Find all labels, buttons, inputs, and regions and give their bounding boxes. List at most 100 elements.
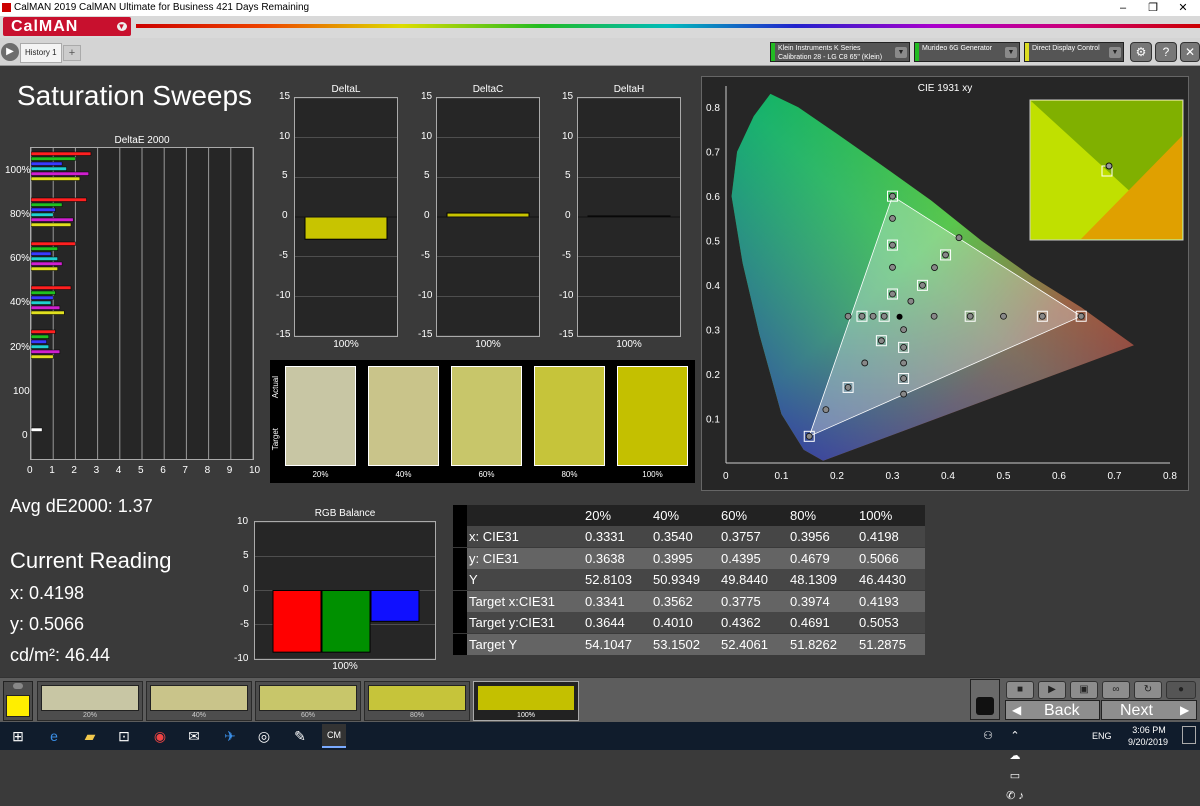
table-row: y: CIE31 0.3638 0.3995 0.4395 0.4679 0.5066 <box>453 547 925 569</box>
table-cell: 0.3757 <box>721 529 761 544</box>
settings-gear-icon[interactable]: ⚙ <box>1130 42 1152 62</box>
deltae-xlabel: 7 <box>182 465 188 476</box>
deltae-bar <box>30 290 56 295</box>
deltae-bar <box>30 222 72 227</box>
delta-tick: -5 <box>562 249 571 261</box>
language-indicator[interactable]: ENG <box>1092 731 1112 741</box>
table-header-cell: 80% <box>790 508 817 523</box>
deltae-xlabel: 6 <box>160 465 166 476</box>
bottom-swatch-100[interactable]: 100% <box>473 681 579 721</box>
loop-icon[interactable]: ∞ <box>1102 681 1130 699</box>
edge-icon[interactable]: e <box>44 726 64 746</box>
cie-ytick: 0.8 <box>706 103 720 114</box>
row-marker <box>453 612 467 633</box>
system-tray-icons[interactable]: ⌃ ☁ ▭ ✆ ♪ <box>1005 726 1025 802</box>
target-label: Target <box>271 428 280 451</box>
close-icon[interactable]: ✕ <box>1180 42 1200 62</box>
device-status-bar <box>915 43 919 61</box>
people-icon[interactable]: ⚇ <box>978 726 998 746</box>
cie-xtick: 0.7 <box>1108 471 1122 482</box>
file-explorer-icon[interactable]: ▰ <box>80 726 100 746</box>
chevron-down-icon[interactable]: ▼ <box>1109 47 1121 58</box>
cie-xtick: 0.2 <box>830 471 844 482</box>
taskbar-date[interactable]: 9/20/2019 <box>1118 737 1178 747</box>
row-marker <box>453 569 467 590</box>
table-cell: 52.4061 <box>721 636 768 652</box>
delta-tick: 5 <box>282 170 288 182</box>
swatch-100[interactable] <box>617 366 688 466</box>
deltal-title: DeltaL <box>331 84 361 95</box>
table-header-cell: 40% <box>653 508 680 523</box>
deltae-bar <box>30 151 92 156</box>
store-icon[interactable]: ⊡ <box>114 726 134 746</box>
close-window-button[interactable]: ✕ <box>1168 0 1198 16</box>
current-color-well[interactable] <box>3 681 33 721</box>
minimize-button[interactable]: – <box>1108 0 1138 16</box>
table-cell: 50.9349 <box>653 572 700 587</box>
measured-point <box>889 241 896 249</box>
back-button[interactable]: ◀ Back <box>1005 700 1100 720</box>
delta-tick: 5 <box>424 170 430 182</box>
windows-start-icon[interactable]: ⊞ <box>8 726 28 746</box>
stop-square-icon[interactable] <box>976 697 994 715</box>
window-title: CalMAN 2019 CalMAN Ultimate for Business… <box>14 2 310 13</box>
measured-point <box>877 337 885 345</box>
measured-point <box>1000 312 1007 320</box>
chrome-icon[interactable]: ◉ <box>150 726 170 746</box>
next-button[interactable]: Next ▶ <box>1101 700 1197 720</box>
mail-icon[interactable]: ✉ <box>184 726 204 746</box>
chevron-down-icon[interactable]: ▼ <box>1005 47 1017 58</box>
measured-point <box>900 390 908 398</box>
add-tab-button[interactable]: + <box>63 45 81 61</box>
device-status-bar <box>1025 43 1029 61</box>
white-point-marker <box>896 313 903 320</box>
measured-point <box>889 290 896 298</box>
play-arrow-icon[interactable]: ▶ <box>1 43 19 61</box>
app-icon-bird[interactable]: ✈ <box>220 726 240 746</box>
swatch-40[interactable] <box>368 366 439 466</box>
bottom-swatch-60[interactable]: 60% <box>255 681 361 721</box>
logo-text: CalMAN <box>11 18 79 35</box>
calman-logo-menu[interactable]: CalMAN ▼ <box>3 17 131 36</box>
maximize-button[interactable]: ❐ <box>1138 0 1168 16</box>
rgb-tick: 10 <box>237 516 249 527</box>
record-icon[interactable]: ● <box>1166 681 1196 699</box>
measured-point <box>1077 312 1085 320</box>
measured-point <box>822 406 830 414</box>
bottom-swatch-40[interactable]: 40% <box>146 681 252 721</box>
table-header-row: 20% 40% 60% 80% 100% <box>453 505 925 526</box>
measured-point <box>844 383 852 391</box>
deltae-title: DeltaE 2000 <box>114 135 170 146</box>
deltae-ylabel: 100% <box>5 165 31 176</box>
tab-history-1[interactable]: History 1 <box>20 43 62 63</box>
notifications-icon[interactable] <box>1182 726 1196 744</box>
stop-icon[interactable]: ■ <box>1006 681 1034 699</box>
calman-taskbar-icon[interactable]: CM <box>322 724 346 748</box>
refresh-icon[interactable]: ↻ <box>1134 681 1162 699</box>
deltac-xlabel: 100% <box>475 339 501 350</box>
taskbar-time[interactable]: 3:06 PM <box>1124 725 1174 735</box>
device-display-control[interactable]: Direct Display Control ▼ <box>1024 42 1124 62</box>
deltae-xlabel: 8 <box>204 465 211 476</box>
delta-tick: -5 <box>279 249 288 261</box>
play-icon[interactable]: ▶ <box>1038 681 1066 699</box>
help-icon[interactable]: ? <box>1155 42 1177 62</box>
bottom-swatch-20[interactable]: 20% <box>37 681 143 721</box>
app-icon-globe[interactable]: ◎ <box>254 726 274 746</box>
bottom-swatch-80[interactable]: 80% <box>364 681 470 721</box>
measured-point <box>900 375 908 382</box>
deltae-bar <box>30 246 58 251</box>
measured-point <box>942 251 949 259</box>
chevron-down-icon[interactable]: ▼ <box>895 47 907 58</box>
swatch-60[interactable] <box>451 366 522 466</box>
device-name: Direct Display Control <box>1032 45 1100 52</box>
device-meter[interactable]: Klein Instruments K Series Calibration 28… <box>770 42 910 62</box>
swatch-80[interactable] <box>534 366 605 466</box>
device-generator[interactable]: Murideo 6G Generator ▼ <box>914 42 1020 62</box>
bottom-swatch-color <box>41 685 139 711</box>
save-icon[interactable]: ▣ <box>1070 681 1098 699</box>
bottom-swatch-color <box>477 685 575 711</box>
swatch-20[interactable] <box>285 366 356 466</box>
app-icon-pen[interactable]: ✎ <box>290 726 310 746</box>
deltae-bar <box>30 171 89 176</box>
